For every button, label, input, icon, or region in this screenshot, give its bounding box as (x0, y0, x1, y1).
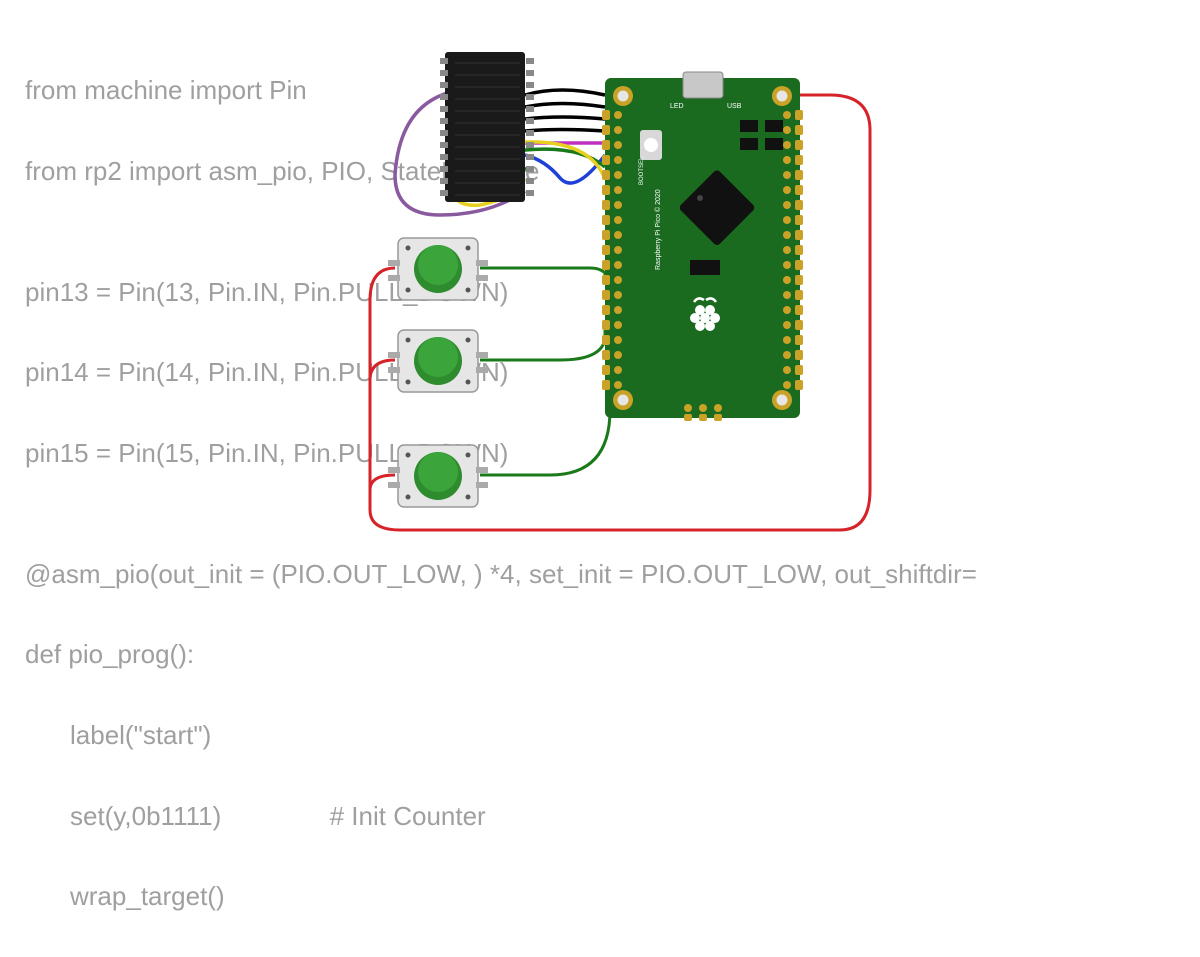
code-line: set(y,0b1111) # Init Counter (25, 796, 977, 836)
code-line: wrap_target() (25, 876, 977, 916)
led-label: LED (670, 103, 684, 110)
code-line: label("start") (25, 715, 977, 755)
pin-header (440, 52, 534, 202)
code-line: def pio_prog(): (25, 634, 977, 674)
usb-label: USB (727, 103, 742, 110)
raspberry-pi-pico: LED USB BOOTSEL Raspberry Pi Pico © 2020 (602, 72, 803, 421)
bootsel-label: BOOTSEL (639, 156, 645, 185)
push-button-2 (388, 330, 488, 392)
board-copyright: Raspberry Pi Pico © 2020 (654, 189, 662, 270)
push-button-3 (388, 445, 488, 507)
push-button-1 (388, 238, 488, 300)
circuit-diagram: LED USB BOOTSEL Raspberry Pi Pico © 2020 (0, 0, 1200, 630)
